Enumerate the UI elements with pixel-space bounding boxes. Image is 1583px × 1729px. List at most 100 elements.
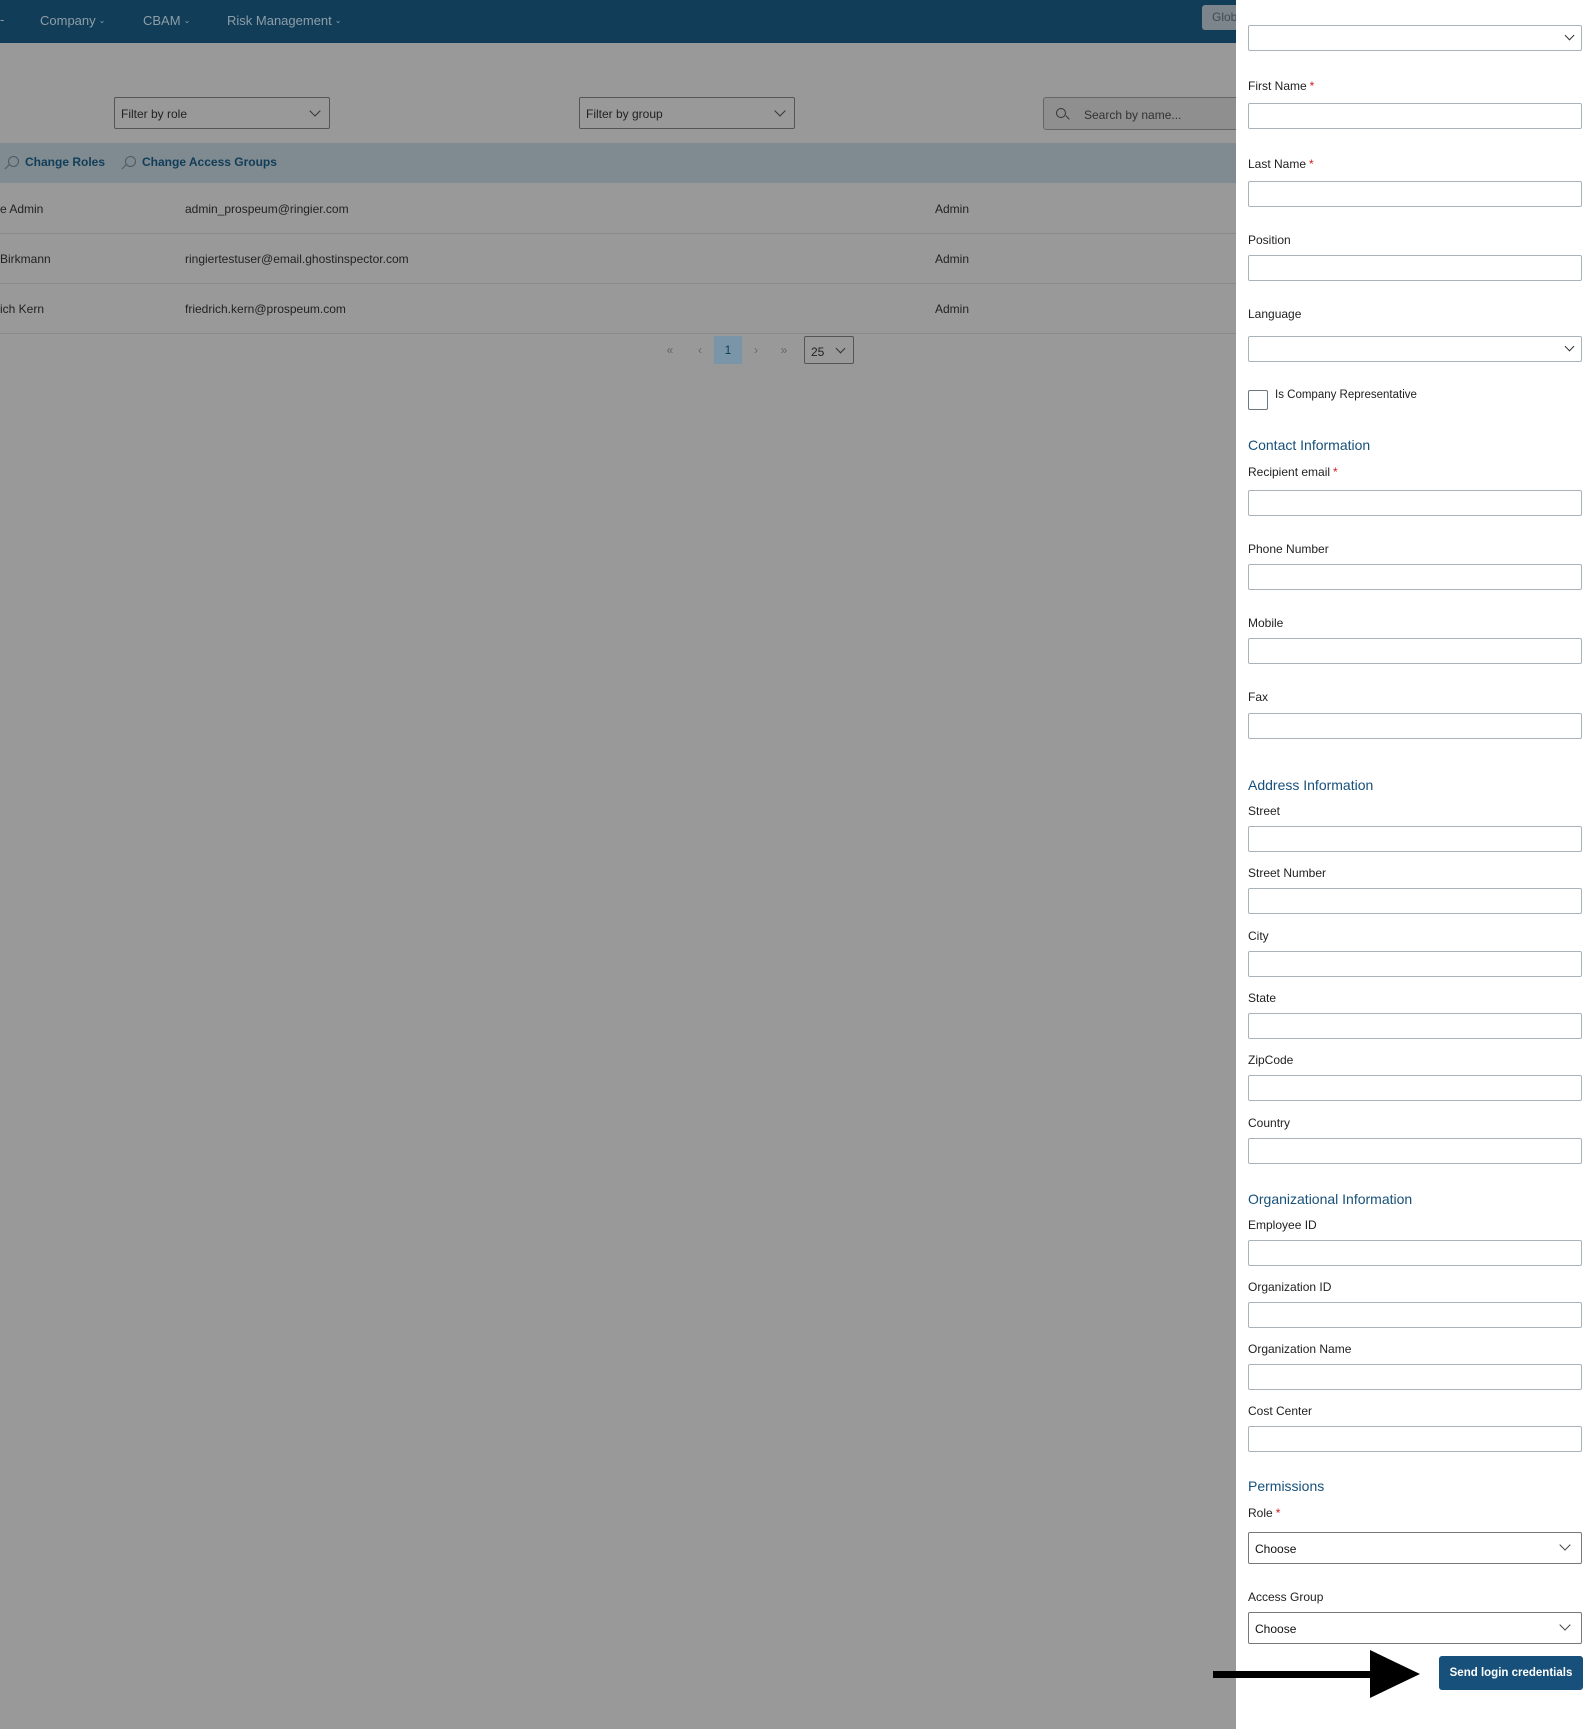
role-text: Role <box>1248 1506 1273 1520</box>
position-label: Position <box>1248 233 1291 247</box>
permissions-heading: Permissions <box>1248 1478 1325 1494</box>
search-input[interactable]: Search by name... <box>1043 97 1243 130</box>
role-label: Role * <box>1248 1506 1280 1520</box>
is-company-representative-checkbox[interactable] <box>1248 390 1268 410</box>
prev-page-button[interactable]: ‹ <box>690 336 710 364</box>
role-select[interactable]: Choose <box>1248 1532 1582 1564</box>
organizational-information-heading: Organizational Information <box>1248 1191 1413 1207</box>
employee-id-input[interactable] <box>1248 1240 1582 1266</box>
first-name-label: First Name * <box>1248 79 1314 93</box>
change-roles-button[interactable]: Change Roles <box>8 155 105 169</box>
chevron-down-icon <box>1559 1539 1571 1551</box>
state-label: State <box>1248 991 1277 1005</box>
last-page-button[interactable]: » <box>774 336 794 364</box>
country-label: Country <box>1248 1116 1291 1130</box>
street-number-input[interactable] <box>1248 888 1582 914</box>
nav-overflow-chevron-icon[interactable]: - <box>0 12 4 27</box>
search-icon <box>1056 108 1066 118</box>
user-name-cell: e Admin <box>0 202 44 216</box>
zipcode-input[interactable] <box>1248 1075 1582 1101</box>
chevron-down-icon <box>309 105 321 117</box>
organization-name-label: Organization Name <box>1248 1342 1352 1356</box>
zipcode-label: ZipCode <box>1248 1053 1294 1067</box>
required-marker: * <box>1309 157 1314 171</box>
phone-number-input[interactable] <box>1248 564 1582 590</box>
page-size-value: 25 <box>811 345 825 359</box>
is-company-representative-label: Is Company Representative <box>1275 389 1417 401</box>
last-name-text: Last Name <box>1248 157 1307 171</box>
table-row[interactable]: e Admin admin_prospeum@ringier.com Admin <box>0 184 1240 234</box>
filter-by-role-select[interactable]: Filter by role <box>114 97 330 129</box>
table-row[interactable]: ich Kern friedrich.kern@prospeum.com Adm… <box>0 284 1240 334</box>
nav-item-cbam[interactable]: CBAM ⌄ <box>143 13 190 28</box>
nav-item-risk-management[interactable]: Risk Management ⌄ <box>227 13 341 28</box>
fax-input[interactable] <box>1248 713 1582 739</box>
chevron-down-icon <box>835 343 846 354</box>
city-input[interactable] <box>1248 951 1582 977</box>
send-login-credentials-button[interactable]: Send login credentials <box>1439 1656 1583 1690</box>
user-email-cell: admin_prospeum@ringier.com <box>185 202 349 216</box>
chevron-down-icon <box>1559 1619 1571 1631</box>
user-email-cell: ringiertestuser@email.ghostinspector.com <box>185 252 409 266</box>
street-input[interactable] <box>1248 826 1582 852</box>
chevron-down-icon <box>774 105 786 117</box>
nav-item-label: Risk Management <box>227 13 332 28</box>
last-name-label: Last Name * <box>1248 157 1314 171</box>
access-group-select[interactable]: Choose <box>1248 1612 1582 1644</box>
top-select[interactable] <box>1248 25 1582 51</box>
chevron-down-icon: ⌄ <box>183 16 191 25</box>
user-role-cell: Admin <box>935 202 970 216</box>
organization-name-input[interactable] <box>1248 1364 1582 1390</box>
employee-id-label: Employee ID <box>1248 1218 1317 1232</box>
cost-center-input[interactable] <box>1248 1426 1582 1452</box>
page-button-current[interactable]: 1 <box>714 336 742 364</box>
change-access-groups-button[interactable]: Change Access Groups <box>125 155 277 169</box>
filter-by-group-select[interactable]: Filter by group <box>579 97 795 129</box>
cost-center-label: Cost Center <box>1248 1404 1313 1418</box>
nav-item-label: Company <box>40 13 96 28</box>
nav-item-company[interactable]: Company ⌄ <box>40 13 105 28</box>
user-name-cell: Birkmann <box>0 252 51 266</box>
first-page-button[interactable]: « <box>660 336 680 364</box>
language-select[interactable] <box>1248 336 1582 362</box>
organization-id-input[interactable] <box>1248 1302 1582 1328</box>
first-name-input[interactable] <box>1248 103 1582 129</box>
user-role-cell: Admin <box>935 302 970 316</box>
recipient-email-input[interactable] <box>1248 490 1582 516</box>
organization-id-label: Organization ID <box>1248 1280 1332 1294</box>
chevron-down-icon: ⌄ <box>98 16 106 25</box>
pointer-arrow-icon <box>1213 1650 1420 1698</box>
change-roles-label: Change Roles <box>25 155 106 169</box>
last-name-input[interactable] <box>1248 181 1582 207</box>
page-size-select[interactable]: 25 <box>804 336 854 364</box>
user-name-cell: ich Kern <box>0 302 45 316</box>
fax-label: Fax <box>1248 690 1269 704</box>
required-marker: * <box>1275 1506 1281 1520</box>
city-label: City <box>1248 929 1269 943</box>
state-input[interactable] <box>1248 1013 1582 1039</box>
user-role-cell: Admin <box>935 252 970 266</box>
position-input[interactable] <box>1248 255 1582 281</box>
chevron-down-icon: ⌄ <box>334 16 342 25</box>
country-input[interactable] <box>1248 1138 1582 1164</box>
nav-item-label: CBAM <box>143 13 181 28</box>
required-marker: * <box>1309 79 1315 93</box>
key-icon <box>8 156 19 167</box>
contact-information-heading: Contact Information <box>1248 437 1371 453</box>
street-number-label: Street Number <box>1248 866 1327 880</box>
mobile-label: Mobile <box>1248 616 1284 630</box>
change-access-groups-label: Change Access Groups <box>142 155 277 169</box>
mobile-input[interactable] <box>1248 638 1582 664</box>
required-marker: * <box>1333 465 1338 479</box>
access-group-label: Access Group <box>1248 1590 1324 1604</box>
table-toolbar: Change Roles Change Access Groups <box>0 143 1240 183</box>
street-label: Street <box>1248 804 1281 818</box>
recipient-email-label: Recipient email * <box>1248 465 1338 479</box>
next-page-button[interactable]: › <box>746 336 766 364</box>
search-placeholder: Search by name... <box>1084 108 1182 122</box>
pagination: « ‹ 1 › » 25 <box>0 336 900 364</box>
recipient-email-text: Recipient email <box>1248 465 1331 479</box>
access-group-select-value: Choose <box>1255 1622 1297 1636</box>
table-row[interactable]: Birkmann ringiertestuser@email.ghostinsp… <box>0 234 1240 284</box>
user-email-cell: friedrich.kern@prospeum.com <box>185 302 346 316</box>
